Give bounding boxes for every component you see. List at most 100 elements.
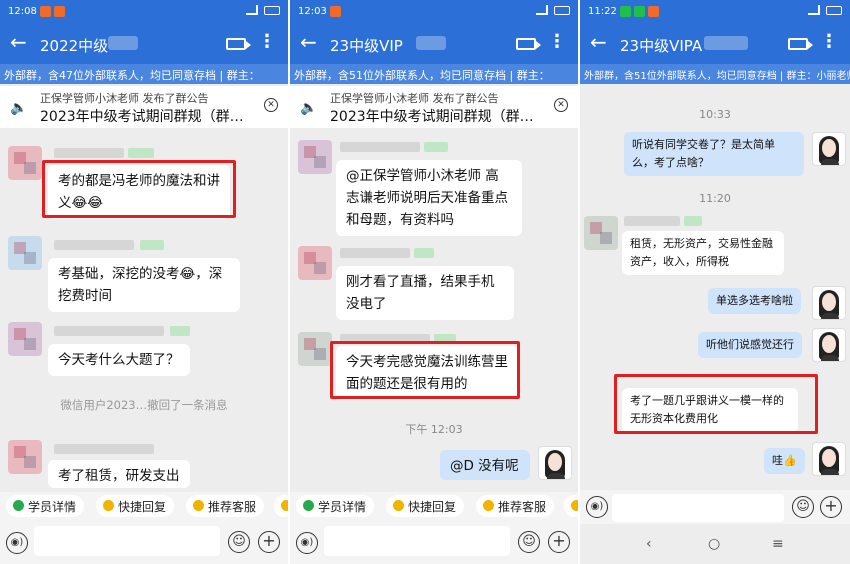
my-avatar[interactable] (812, 132, 846, 166)
status-time: 11:22 (588, 6, 617, 17)
add-icon[interactable]: + (820, 496, 842, 518)
status-bar: 12:03 (290, 0, 578, 24)
avatar[interactable] (584, 216, 618, 250)
message-bubble[interactable]: 租赁，无形资产，交易性金融资产，收入，所得税 (622, 231, 784, 275)
system-icons (536, 5, 570, 15)
student-details-button[interactable]: 学员详情 (296, 495, 375, 517)
more-vert-icon[interactable]: ⋮ (820, 33, 838, 51)
message-bubble[interactable]: 考基础，深挖的没考😂，深挖费时间 (48, 258, 240, 312)
my-avatar[interactable] (538, 446, 572, 480)
my-avatar[interactable] (812, 286, 846, 320)
sender-name (54, 444, 154, 454)
avatar[interactable] (8, 440, 42, 474)
notification-icons (620, 6, 659, 17)
avatar[interactable] (8, 146, 42, 180)
video-call-icon[interactable] (226, 38, 251, 50)
emoji-icon[interactable]: ☺ (792, 496, 814, 518)
quick-reply-button[interactable]: 快捷回复 (386, 495, 465, 517)
redacted-title (704, 36, 748, 50)
sender-tag (424, 142, 448, 152)
arrow-left-icon[interactable]: ← (300, 32, 317, 52)
redacted-title (108, 36, 138, 50)
service-icon (193, 500, 204, 511)
chat-screen-1: 12:08 ← 2022中级 ⋮ 外部群，含47位外部联系人，均已同意存档 | … (0, 0, 288, 564)
arrow-left-icon[interactable]: ← (590, 32, 607, 52)
highlight-box (330, 341, 520, 399)
emoji-icon[interactable]: ☺ (518, 531, 540, 553)
video-call-icon[interactable] (788, 38, 813, 50)
input-bar: ◉) ☺ + (0, 520, 288, 564)
message-bubble[interactable]: 刚才看了直播，结果手机没电了 (336, 266, 514, 320)
more-quick-button[interactable] (274, 495, 288, 517)
voice-input-icon[interactable]: ◉) (6, 532, 28, 554)
add-icon[interactable]: + (258, 531, 280, 553)
video-call-icon[interactable] (516, 38, 541, 50)
arrow-left-icon[interactable]: ← (10, 32, 27, 52)
sender-name (624, 216, 680, 226)
sender-tag (684, 216, 702, 226)
my-message-bubble[interactable]: 哇👍 (764, 448, 805, 474)
message-bubble[interactable]: 考了租赁，研发支出 (48, 460, 190, 488)
sender-tag (170, 326, 190, 336)
avatar[interactable] (298, 332, 332, 366)
my-avatar[interactable] (812, 328, 846, 362)
close-circle-icon[interactable]: ✕ (554, 98, 568, 112)
sender-name (340, 142, 420, 152)
sender-tag (128, 148, 154, 158)
group-notice[interactable]: 🔈 正保学管师小沐老师 发布了群公告 2023年中级考试期间群规（群… ✕ (290, 86, 578, 128)
sender-name (54, 326, 164, 336)
avatar[interactable] (298, 246, 332, 280)
person-icon (303, 500, 314, 511)
status-time: 12:03 (298, 6, 327, 17)
group-info-bar: 外部群，含51位外部联系人，均已同意存档 | 群主：小丽老师 (580, 64, 850, 84)
my-message-bubble[interactable]: 听说有同学交卷了？是太简单么，考了点啥？ (624, 132, 804, 176)
more-quick-button[interactable] (564, 495, 578, 517)
sender-tag (414, 248, 434, 258)
message-timestamp: 10:33 (699, 108, 731, 121)
megaphone-icon: 🔈 (300, 100, 318, 116)
avatar[interactable] (8, 322, 42, 356)
system-icons (808, 5, 842, 15)
app-bar: ← 2022中级 ⋮ (0, 24, 288, 64)
system-message: 微信用户2023…撤回了一条消息 (60, 398, 228, 412)
my-message-bubble[interactable]: 单选多选考啥啦 (708, 288, 801, 314)
recommend-service-button[interactable]: 推荐客服 (186, 495, 265, 517)
group-title: 23中级VIPA (620, 37, 703, 55)
student-details-button[interactable]: 学员详情 (6, 495, 85, 517)
notice-title: 2023年中级考试期间群规（群… (40, 109, 244, 125)
message-input[interactable] (612, 494, 784, 522)
more-vert-icon[interactable]: ⋮ (548, 33, 566, 51)
message-input[interactable] (324, 526, 510, 556)
recommend-service-button[interactable]: 推荐客服 (476, 495, 555, 517)
my-message-bubble[interactable]: @D 没有呢 (440, 450, 530, 480)
service-icon (483, 500, 494, 511)
chat-screen-2: 12:03 ← 23中级VIP ⋮ 外部群，含51位外部联系人，均已同意存档 |… (290, 0, 578, 564)
notification-icons (40, 6, 65, 17)
avatar[interactable] (8, 236, 42, 270)
add-icon[interactable]: + (548, 531, 570, 553)
quick-reply-button[interactable]: 快捷回复 (96, 495, 175, 517)
close-circle-icon[interactable]: ✕ (264, 98, 278, 112)
avatar[interactable] (298, 140, 332, 174)
message-bubble[interactable]: 今天考什么大题了？ (48, 344, 190, 376)
voice-input-icon[interactable]: ◉) (586, 496, 608, 518)
status-bar: 11:22 (580, 0, 850, 24)
nav-menu-button[interactable]: ≡ (772, 536, 784, 552)
status-time: 12:08 (8, 6, 37, 17)
person-icon (13, 500, 24, 511)
emoji-icon[interactable]: ☺ (228, 531, 250, 553)
nav-home-button[interactable]: ○ (708, 536, 720, 552)
my-message-bubble[interactable]: 听他们说感觉还行 (698, 332, 802, 358)
redacted-title (416, 36, 446, 50)
voice-input-icon[interactable]: ◉) (296, 532, 318, 554)
more-vert-icon[interactable]: ⋮ (258, 33, 276, 51)
message-bubble[interactable]: @正保学管师小沐老师 高志谦老师说明后天准备重点和母题，有资料吗 (336, 160, 522, 236)
chat-icon (103, 500, 114, 511)
nav-back-button[interactable]: ‹ (646, 536, 652, 552)
app-bar: ← 23中级VIP ⋮ (290, 24, 578, 64)
group-notice[interactable]: 🔈 正保学管师小沐老师 发布了群公告 2023年中级考试期间群规（群… ✕ (0, 86, 288, 128)
my-avatar[interactable] (812, 442, 846, 476)
message-input[interactable] (34, 526, 220, 556)
group-info-bar: 外部群，含51位外部联系人，均已同意存档 | 群主： (290, 64, 578, 84)
message-timestamp: 下午 12:03 (405, 423, 463, 436)
